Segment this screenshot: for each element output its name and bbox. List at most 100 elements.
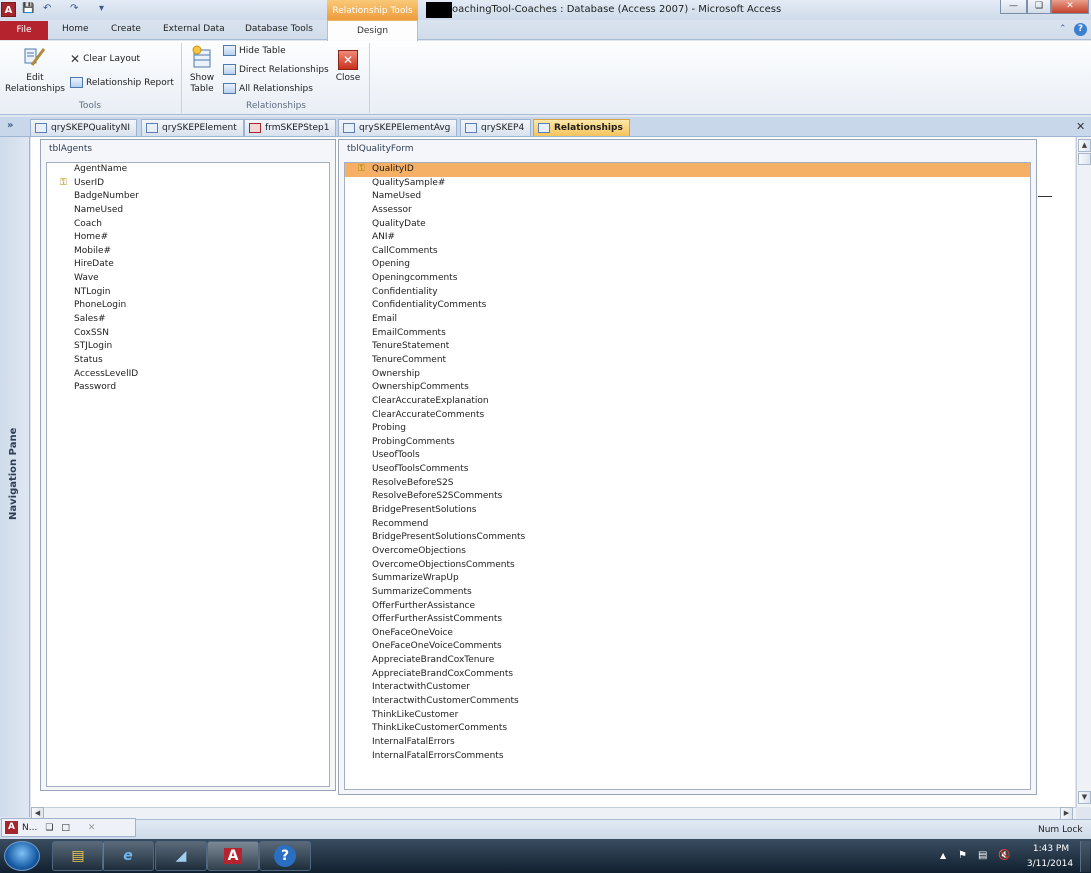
field-row[interactable]: AppreciateBrandCoxTenure: [345, 654, 1030, 668]
help-icon[interactable]: ?: [1074, 23, 1087, 36]
field-row[interactable]: AgentName: [47, 163, 329, 177]
field-row[interactable]: NameUsed: [345, 190, 1030, 204]
field-row[interactable]: Wave: [47, 272, 329, 286]
field-row[interactable]: Coach: [47, 218, 329, 232]
restore-button[interactable]: ❑: [1027, 0, 1051, 14]
tab-home[interactable]: Home: [62, 24, 89, 34]
tab-create[interactable]: Create: [111, 24, 141, 34]
field-row[interactable]: Ownership: [345, 368, 1030, 382]
field-row[interactable]: TenureStatement: [345, 340, 1030, 354]
field-row[interactable]: ANI#: [345, 231, 1030, 245]
field-row[interactable]: UseofTools: [345, 449, 1030, 463]
nav-pane-toggle[interactable]: »: [7, 120, 13, 131]
field-list[interactable]: ⚿ QualityID QualitySample# NameUsed Assessor…: [344, 162, 1031, 790]
field-row[interactable]: BadgeNumber: [47, 190, 329, 204]
taskbar-app-icon[interactable]: ◢: [155, 841, 207, 871]
field-row[interactable]: Openingcomments: [345, 272, 1030, 286]
redo-icon[interactable]: ↷: [70, 3, 78, 14]
field-row[interactable]: Opening: [345, 258, 1030, 272]
field-row[interactable]: ConfidentialityComments: [345, 299, 1030, 313]
field-row[interactable]: ⚿ QualityID: [345, 163, 1030, 177]
field-row[interactable]: CoxSSN: [47, 327, 329, 341]
field-row[interactable]: PhoneLogin: [47, 299, 329, 313]
field-row[interactable]: STJLogin: [47, 340, 329, 354]
field-row[interactable]: InteractwithCustomer: [345, 681, 1030, 695]
taskbar-internet-explorer-icon[interactable]: e: [102, 841, 154, 871]
field-row[interactable]: OvercomeObjectionsComments: [345, 559, 1030, 573]
field-row[interactable]: ⚿ UserID: [47, 177, 329, 191]
field-row[interactable]: InternalFatalErrorsComments: [345, 750, 1030, 764]
field-row[interactable]: InteractwithCustomerComments: [345, 695, 1030, 709]
field-row[interactable]: OvercomeObjections: [345, 545, 1030, 559]
network-icon[interactable]: ▤: [978, 850, 987, 861]
field-row[interactable]: ClearAccurateExplanation: [345, 395, 1030, 409]
doc-tab-relationships[interactable]: Relationships: [533, 119, 630, 136]
relationship-line[interactable]: [1038, 196, 1052, 197]
access-app-icon[interactable]: A: [1, 2, 16, 17]
field-row[interactable]: Assessor: [345, 204, 1030, 218]
minimize-ribbon-icon[interactable]: ⌃: [1059, 24, 1067, 34]
field-row[interactable]: Password: [47, 381, 329, 395]
field-row[interactable]: Email: [345, 313, 1030, 327]
taskbar-explorer-icon[interactable]: ▤: [52, 841, 104, 871]
taskbar-access-icon[interactable]: A: [207, 841, 259, 871]
field-row[interactable]: OfferFurtherAssistance: [345, 600, 1030, 614]
action-center-flag-icon[interactable]: ⚑: [958, 850, 967, 861]
save-icon[interactable]: 💾: [22, 3, 34, 14]
close-document-icon[interactable]: ✕: [1076, 120, 1085, 133]
relationships-canvas[interactable]: tblAgents AgentName ⚿ UserID BadgeNumber Nam…: [31, 137, 1075, 807]
field-row[interactable]: AppreciateBrandCoxComments: [345, 668, 1030, 682]
scroll-down-button[interactable]: ▼: [1078, 791, 1091, 804]
field-row[interactable]: QualitySample#: [345, 177, 1030, 191]
clock-date[interactable]: 3/11/2014: [1025, 859, 1075, 869]
minimize-button[interactable]: —: [1000, 0, 1027, 14]
tab-design[interactable]: Design: [327, 20, 418, 41]
field-row[interactable]: TenureComment: [345, 354, 1030, 368]
tab-database-tools[interactable]: Database Tools: [245, 24, 313, 34]
show-desktop-button[interactable]: [1080, 841, 1090, 872]
field-row[interactable]: Probing: [345, 422, 1030, 436]
doc-tab-qryskepelementavg[interactable]: qrySKEPElementAvg: [338, 119, 458, 136]
clock-time[interactable]: 1:43 PM: [1030, 844, 1072, 854]
table-window-tblqualityform[interactable]: tblQualityForm ⚿ QualityID QualitySample# N…: [338, 139, 1037, 795]
field-row[interactable]: Status: [47, 354, 329, 368]
edit-relationships-button[interactable]: Edit Relationships: [4, 45, 66, 95]
show-hidden-icons-icon[interactable]: ▲: [940, 851, 946, 860]
minimized-window[interactable]: A N... ❑ □ ✕: [1, 818, 136, 837]
field-row[interactable]: EmailComments: [345, 327, 1030, 341]
close-icon[interactable]: ✕: [88, 823, 96, 833]
field-row[interactable]: ThinkLikeCustomer: [345, 709, 1030, 723]
field-row[interactable]: OwnershipComments: [345, 381, 1030, 395]
field-row[interactable]: ThinkLikeCustomerComments: [345, 722, 1030, 736]
customize-qat-icon[interactable]: ▾: [99, 3, 104, 14]
maximize-icon[interactable]: □: [61, 823, 70, 833]
start-button[interactable]: [4, 841, 40, 871]
field-row[interactable]: SummarizeWrapUp: [345, 572, 1030, 586]
field-list[interactable]: AgentName ⚿ UserID BadgeNumber NameUsed Coach…: [46, 162, 330, 787]
direct-relationships-button[interactable]: Direct Relationships: [223, 64, 329, 75]
field-row[interactable]: Recommend: [345, 518, 1030, 532]
table-window-tblagents[interactable]: tblAgents AgentName ⚿ UserID BadgeNumber Nam…: [40, 139, 336, 791]
field-row[interactable]: UseofToolsComments: [345, 463, 1030, 477]
field-row[interactable]: ProbingComments: [345, 436, 1030, 450]
field-row[interactable]: Home#: [47, 231, 329, 245]
field-row[interactable]: QualityDate: [345, 218, 1030, 232]
field-row[interactable]: ClearAccurateComments: [345, 409, 1030, 423]
field-row[interactable]: SummarizeComments: [345, 586, 1030, 600]
horizontal-scrollbar[interactable]: ◀ ▶: [31, 807, 1076, 820]
field-row[interactable]: InternalFatalErrors: [345, 736, 1030, 750]
taskbar-help-icon[interactable]: ?: [259, 841, 311, 871]
relationship-report-button[interactable]: Relationship Report: [70, 77, 174, 88]
field-row[interactable]: OneFaceOneVoice: [345, 627, 1030, 641]
doc-tab-qryskepqualityni[interactable]: qrySKEPQualityNI: [30, 119, 138, 136]
field-row[interactable]: NTLogin: [47, 286, 329, 300]
field-row[interactable]: NameUsed: [47, 204, 329, 218]
volume-muted-icon[interactable]: 🔇: [998, 850, 1010, 861]
field-row[interactable]: BridgePresentSolutions: [345, 504, 1030, 518]
field-row[interactable]: OfferFurtherAssistComments: [345, 613, 1030, 627]
vertical-scrollbar[interactable]: ▲ ▼: [1076, 137, 1091, 807]
field-row[interactable]: HireDate: [47, 258, 329, 272]
show-table-button[interactable]: Show Table: [186, 45, 218, 95]
field-row[interactable]: CallComments: [345, 245, 1030, 259]
all-relationships-button[interactable]: All Relationships: [223, 83, 313, 94]
